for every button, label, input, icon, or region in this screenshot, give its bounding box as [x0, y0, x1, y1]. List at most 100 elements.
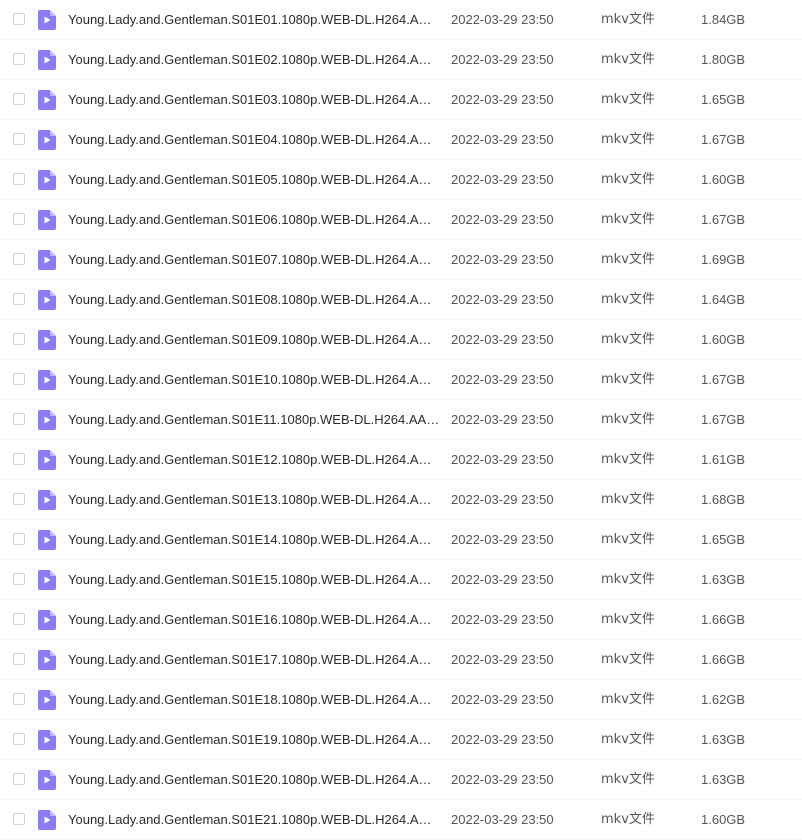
file-row[interactable]: Young.Lady.and.Gentleman.S01E06.1080p.WE…	[0, 200, 802, 240]
file-type: mkv文件	[601, 572, 655, 587]
file-name[interactable]: Young.Lady.and.Gentleman.S01E14.1080p.WE…	[68, 531, 440, 549]
row-checkbox[interactable]	[13, 93, 25, 105]
file-row[interactable]: Young.Lady.and.Gentleman.S01E01.1080p.WE…	[0, 0, 802, 40]
file-row[interactable]: Young.Lady.and.Gentleman.S01E11.1080p.WE…	[0, 400, 802, 440]
row-checkbox[interactable]	[13, 533, 25, 545]
video-file-icon	[38, 370, 56, 390]
row-checkbox[interactable]	[13, 653, 25, 665]
file-row[interactable]: Young.Lady.and.Gentleman.S01E02.1080p.WE…	[0, 40, 802, 80]
file-modified-date: 2022-03-29 23:50	[451, 732, 554, 747]
file-name[interactable]: Young.Lady.and.Gentleman.S01E13.1080p.WE…	[68, 491, 440, 509]
file-modified-date: 2022-03-29 23:50	[451, 92, 554, 107]
file-row[interactable]: Young.Lady.and.Gentleman.S01E19.1080p.WE…	[0, 720, 802, 760]
file-row[interactable]: Young.Lady.and.Gentleman.S01E20.1080p.WE…	[0, 760, 802, 800]
row-checkbox[interactable]	[13, 613, 25, 625]
video-file-icon	[38, 330, 56, 350]
file-name[interactable]: Young.Lady.and.Gentleman.S01E06.1080p.WE…	[68, 211, 440, 229]
file-modified-date: 2022-03-29 23:50	[451, 172, 554, 187]
video-file-icon	[38, 90, 56, 110]
row-checkbox[interactable]	[13, 173, 25, 185]
file-name[interactable]: Young.Lady.and.Gentleman.S01E03.1080p.WE…	[68, 91, 440, 109]
file-row[interactable]: Young.Lady.and.Gentleman.S01E09.1080p.WE…	[0, 320, 802, 360]
file-row[interactable]: Young.Lady.and.Gentleman.S01E05.1080p.WE…	[0, 160, 802, 200]
file-row[interactable]: Young.Lady.and.Gentleman.S01E13.1080p.WE…	[0, 480, 802, 520]
file-name[interactable]: Young.Lady.and.Gentleman.S01E17.1080p.WE…	[68, 651, 440, 669]
file-row[interactable]: Young.Lady.and.Gentleman.S01E10.1080p.WE…	[0, 360, 802, 400]
row-checkbox[interactable]	[13, 133, 25, 145]
file-row[interactable]: Young.Lady.and.Gentleman.S01E18.1080p.WE…	[0, 680, 802, 720]
file-modified-date: 2022-03-29 23:50	[451, 452, 554, 467]
file-size: 1.65GB	[701, 532, 746, 547]
video-file-icon	[38, 770, 56, 790]
file-size: 1.63GB	[701, 572, 746, 587]
file-modified-date: 2022-03-29 23:50	[451, 532, 554, 547]
file-row[interactable]: Young.Lady.and.Gentleman.S01E16.1080p.WE…	[0, 600, 802, 640]
row-checkbox[interactable]	[13, 773, 25, 785]
file-modified-date: 2022-03-29 23:50	[451, 52, 554, 67]
file-name[interactable]: Young.Lady.and.Gentleman.S01E20.1080p.WE…	[68, 771, 440, 789]
row-checkbox[interactable]	[13, 573, 25, 585]
file-name[interactable]: Young.Lady.and.Gentleman.S01E11.1080p.WE…	[68, 411, 440, 429]
row-checkbox[interactable]	[13, 333, 25, 345]
row-checkbox[interactable]	[13, 453, 25, 465]
file-size: 1.64GB	[701, 292, 746, 307]
file-row[interactable]: Young.Lady.and.Gentleman.S01E04.1080p.WE…	[0, 120, 802, 160]
file-name[interactable]: Young.Lady.and.Gentleman.S01E08.1080p.WE…	[68, 291, 440, 309]
row-checkbox[interactable]	[13, 253, 25, 265]
video-file-icon	[38, 10, 56, 30]
file-modified-date: 2022-03-29 23:50	[451, 812, 554, 827]
file-size: 1.67GB	[701, 132, 746, 147]
row-checkbox[interactable]	[13, 813, 25, 825]
file-name[interactable]: Young.Lady.and.Gentleman.S01E05.1080p.WE…	[68, 171, 440, 189]
file-name[interactable]: Young.Lady.and.Gentleman.S01E18.1080p.WE…	[68, 691, 440, 709]
row-checkbox[interactable]	[13, 493, 25, 505]
file-modified-date: 2022-03-29 23:50	[451, 572, 554, 587]
file-row[interactable]: Young.Lady.and.Gentleman.S01E17.1080p.WE…	[0, 640, 802, 680]
file-size: 1.69GB	[701, 252, 746, 267]
file-row[interactable]: Young.Lady.and.Gentleman.S01E07.1080p.WE…	[0, 240, 802, 280]
file-type: mkv文件	[601, 412, 655, 427]
row-checkbox[interactable]	[13, 733, 25, 745]
file-row[interactable]: Young.Lady.and.Gentleman.S01E21.1080p.WE…	[0, 800, 802, 840]
file-row[interactable]: Young.Lady.and.Gentleman.S01E03.1080p.WE…	[0, 80, 802, 120]
row-checkbox[interactable]	[13, 373, 25, 385]
file-type: mkv文件	[601, 732, 655, 747]
file-name[interactable]: Young.Lady.and.Gentleman.S01E10.1080p.WE…	[68, 371, 440, 389]
file-size: 1.62GB	[701, 692, 746, 707]
file-modified-date: 2022-03-29 23:50	[451, 12, 554, 27]
file-type: mkv文件	[601, 172, 655, 187]
file-name[interactable]: Young.Lady.and.Gentleman.S01E01.1080p.WE…	[68, 11, 440, 29]
file-name[interactable]: Young.Lady.and.Gentleman.S01E07.1080p.WE…	[68, 251, 440, 269]
file-size: 1.66GB	[701, 612, 746, 627]
video-file-icon	[38, 410, 56, 430]
file-row[interactable]: Young.Lady.and.Gentleman.S01E12.1080p.WE…	[0, 440, 802, 480]
file-name[interactable]: Young.Lady.and.Gentleman.S01E16.1080p.WE…	[68, 611, 440, 629]
file-type: mkv文件	[601, 652, 655, 667]
file-name[interactable]: Young.Lady.and.Gentleman.S01E15.1080p.WE…	[68, 571, 440, 589]
file-size: 1.67GB	[701, 412, 746, 427]
file-name[interactable]: Young.Lady.and.Gentleman.S01E02.1080p.WE…	[68, 51, 440, 69]
video-file-icon	[38, 690, 56, 710]
video-file-icon	[38, 530, 56, 550]
file-name[interactable]: Young.Lady.and.Gentleman.S01E21.1080p.WE…	[68, 811, 440, 829]
file-name[interactable]: Young.Lady.and.Gentleman.S01E19.1080p.WE…	[68, 731, 440, 749]
row-checkbox[interactable]	[13, 13, 25, 25]
row-checkbox[interactable]	[13, 213, 25, 225]
file-name[interactable]: Young.Lady.and.Gentleman.S01E04.1080p.WE…	[68, 131, 440, 149]
row-checkbox[interactable]	[13, 413, 25, 425]
file-row[interactable]: Young.Lady.and.Gentleman.S01E08.1080p.WE…	[0, 280, 802, 320]
file-type: mkv文件	[601, 52, 655, 67]
row-checkbox[interactable]	[13, 293, 25, 305]
row-checkbox[interactable]	[13, 693, 25, 705]
file-name[interactable]: Young.Lady.and.Gentleman.S01E09.1080p.WE…	[68, 331, 440, 349]
row-checkbox[interactable]	[13, 53, 25, 65]
file-size: 1.63GB	[701, 772, 746, 787]
file-name[interactable]: Young.Lady.and.Gentleman.S01E12.1080p.WE…	[68, 451, 440, 469]
file-modified-date: 2022-03-29 23:50	[451, 412, 554, 427]
file-row[interactable]: Young.Lady.and.Gentleman.S01E15.1080p.WE…	[0, 560, 802, 600]
file-size: 1.63GB	[701, 732, 746, 747]
file-modified-date: 2022-03-29 23:50	[451, 692, 554, 707]
file-size: 1.60GB	[701, 172, 746, 187]
file-modified-date: 2022-03-29 23:50	[451, 332, 554, 347]
file-row[interactable]: Young.Lady.and.Gentleman.S01E14.1080p.WE…	[0, 520, 802, 560]
